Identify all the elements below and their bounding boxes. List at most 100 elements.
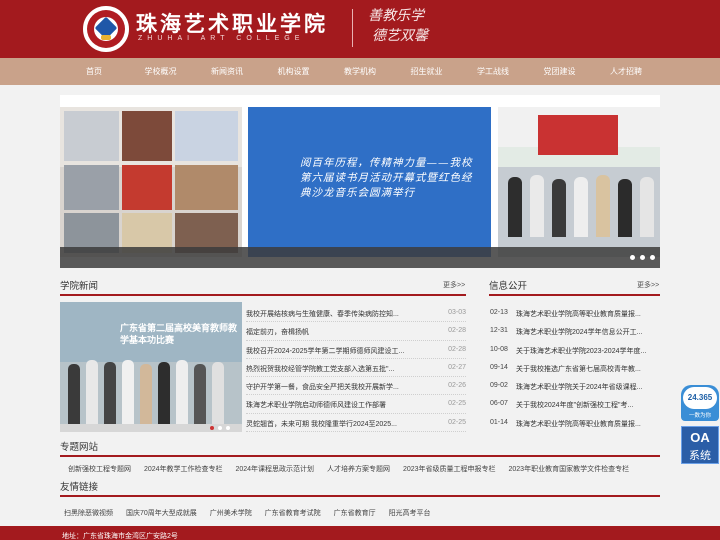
friend-link[interactable]: 阳光高考平台 xyxy=(389,510,431,517)
special-link[interactable]: 人才培养方案专题网 xyxy=(327,466,390,473)
school-logo[interactable] xyxy=(83,6,129,52)
news-item-date: 02-25 xyxy=(448,400,466,408)
news-item-date: 02-27 xyxy=(448,363,466,371)
news-item-title[interactable]: 守护开学第一餐，食品安全严把关我校开展新学... xyxy=(246,382,416,392)
news-item-title[interactable]: 我校开展结核病与生殖健康、春季传染病防控知... xyxy=(246,309,416,319)
info-section-title: 信息公开 xyxy=(489,281,528,292)
info-item-title[interactable]: 珠海艺术职业学院高等职业教育质量报... xyxy=(516,309,657,319)
friend-link[interactable]: 广东省教育考试院 xyxy=(265,510,321,517)
banner-headline-panel: 阅百年历程，传精神力量——我校第六届读书月活动开幕式暨红色经典沙龙音乐会圆满举行 xyxy=(248,107,491,257)
news-item-date: 02-26 xyxy=(448,382,466,390)
info-item-date: 09-02 xyxy=(490,382,508,390)
header-divider xyxy=(352,9,353,47)
news-item-title[interactable]: 福定前刃，奋楫扬帆 xyxy=(246,327,416,337)
info-item-date: 02-13 xyxy=(490,309,508,316)
nav-item-recruitment[interactable]: 人才招聘 xyxy=(593,58,660,85)
news-feature-image[interactable]: 广东省第二届高校美育教师教学基本功比赛 xyxy=(60,302,242,432)
motto-line-2: 德艺双馨 xyxy=(372,28,428,44)
news-item-title[interactable]: 灵蛇翘首，未来可期 我校隆重举行2024至2025... xyxy=(246,419,416,429)
news-item-date: 02-28 xyxy=(448,327,466,335)
school-name-en: ZHUHAI ART COLLEGE xyxy=(138,35,305,42)
news-item-title[interactable]: 珠海艺术职业学院启动师德师风建设工作部署 xyxy=(246,400,416,410)
news-item[interactable]: 我校召开2024-2025学年第二学期师德师风建设工... 02-28 xyxy=(246,341,466,359)
news-item[interactable]: 我校开展结核病与生殖健康、春季传染病防控知... 03-03 xyxy=(246,304,466,323)
news-item-title[interactable]: 我校召开2024-2025学年第二学期师德师风建设工... xyxy=(246,346,416,356)
school-motto: 善教乐学 德艺双馨 xyxy=(368,6,428,46)
news-item[interactable]: 热烈祝贺我校经管学院教工党支部入选第五批"... 02-27 xyxy=(246,359,466,378)
news-image-caption: 广东省第二届高校美育教师教学基本功比赛 xyxy=(120,323,238,345)
info-item[interactable]: 02-13 珠海艺术职业学院高等职业教育质量报... xyxy=(489,304,659,322)
info-item-title[interactable]: 珠海艺术职业学院高等职业教育质量报... xyxy=(516,419,657,429)
site-header: 珠海艺术职业学院 ZHUHAI ART COLLEGE 善教乐学 德艺双馨 xyxy=(0,0,720,58)
news-item-date: 03-03 xyxy=(448,309,466,316)
news-item-date: 02-25 xyxy=(448,418,466,426)
info-item-date: 01-14 xyxy=(490,418,508,426)
news-item[interactable]: 灵蛇翘首，未来可期 我校隆重举行2024至2025... 02-25 xyxy=(246,414,466,433)
friend-link[interactable]: 广州美术学院 xyxy=(210,510,252,517)
info-item[interactable]: 10-08 关于珠海艺术职业学院2023-2024学年度... xyxy=(489,341,659,359)
friends-section-title: 友情链接 xyxy=(60,482,99,493)
special-links: 创新强校工程专题网 2024年教学工作检查专栏 2024年课程思政示范计划 人才… xyxy=(68,464,640,474)
info-item-date: 06-07 xyxy=(490,400,508,408)
news-item-title[interactable]: 热烈祝贺我校经管学院教工党支部入选第五批"... xyxy=(246,364,416,374)
nav-item-teaching[interactable]: 教学机构 xyxy=(327,58,394,85)
school-name-cn[interactable]: 珠海艺术职业学院 xyxy=(136,8,328,38)
carousel-dot-3[interactable] xyxy=(650,255,655,260)
info-item[interactable]: 12-31 珠海艺术职业学院2024学年信息公开工... xyxy=(489,322,659,340)
nav-item-home[interactable]: 首页 xyxy=(61,58,128,85)
nav-item-overview[interactable]: 学校概况 xyxy=(127,58,194,85)
news-item[interactable]: 珠海艺术职业学院启动师德师风建设工作部署 02-25 xyxy=(246,395,466,414)
banner-carousel[interactable]: 阅百年历程，传精神力量——我校第六届读书月活动开幕式暨红色经典沙龙音乐会圆满举行 xyxy=(60,95,660,268)
info-item[interactable]: 09-14 关于我校推选广东省第七届高校青年教... xyxy=(489,359,659,377)
info-item-title[interactable]: 关于我校2024年度"创新强校工程"考... xyxy=(516,400,657,410)
info-item-date: 09-14 xyxy=(490,363,508,371)
news-item[interactable]: 守护开学第一餐，食品安全严把关我校开展新学... 02-26 xyxy=(246,377,466,396)
hotline-widget[interactable]: 24.365 一数为你 xyxy=(681,385,719,421)
friend-link[interactable]: 扫黑除恶微视频 xyxy=(64,510,113,517)
carousel-dot-1[interactable] xyxy=(630,255,635,260)
info-item[interactable]: 06-07 关于我校2024年度"创新强校工程"考... xyxy=(489,395,659,413)
info-item-date: 12-31 xyxy=(490,327,508,335)
oa-sub-label: 系统 xyxy=(689,450,711,462)
friend-link[interactable]: 国庆70周年大型成就展 xyxy=(126,510,197,517)
info-list: 02-13 珠海艺术职业学院高等职业教育质量报... 12-31 珠海艺术职业学院2… xyxy=(489,304,659,432)
main-nav: 首页 学校概况 新闻资讯 机构设置 教学机构 招生就业 学工战线 党团建设 人才… xyxy=(0,58,720,85)
news-section-title: 学院新闻 xyxy=(60,281,99,292)
motto-line-1: 善教乐学 xyxy=(368,8,424,24)
special-link[interactable]: 2024年教学工作检查专栏 xyxy=(144,466,223,473)
special-link[interactable]: 2023年省级质量工程申报专栏 xyxy=(403,466,496,473)
carousel-dot-2[interactable] xyxy=(640,255,645,260)
info-item-title[interactable]: 珠海艺术职业学院2024学年信息公开工... xyxy=(516,327,657,337)
news-item-date: 02-28 xyxy=(448,345,466,353)
special-link[interactable]: 2023年职业教育国家教学文件检查专栏 xyxy=(509,466,630,473)
info-section-rule xyxy=(489,294,660,296)
special-section-rule xyxy=(60,455,660,457)
info-item-title[interactable]: 珠海艺术职业学院关于2024年省级课程... xyxy=(516,382,657,392)
info-item-title[interactable]: 关于珠海艺术职业学院2023-2024学年度... xyxy=(516,346,657,356)
friend-links: 扫黑除恶微视频 国庆70周年大型成就展 广州美术学院 广东省教育考试院 广东省教… xyxy=(64,508,442,518)
banner-headline[interactable]: 阅百年历程，传精神力量——我校第六届读书月活动开幕式暨红色经典沙龙音乐会圆满举行 xyxy=(300,156,480,201)
info-more-link[interactable]: 更多>> xyxy=(637,280,659,290)
oa-system-widget[interactable]: OA 系统 xyxy=(681,426,719,464)
news-more-link[interactable]: 更多>> xyxy=(443,280,465,290)
nav-item-news[interactable]: 新闻资讯 xyxy=(194,58,261,85)
special-link[interactable]: 2024年课程思政示范计划 xyxy=(235,466,314,473)
info-item[interactable]: 09-02 珠海艺术职业学院关于2024年省级课程... xyxy=(489,377,659,395)
site-footer: 地址：广东省珠海市金湾区广安路2号 xyxy=(0,526,720,540)
news-item[interactable]: 福定前刃，奋楫扬帆 02-28 xyxy=(246,322,466,341)
nav-item-party[interactable]: 党团建设 xyxy=(526,58,593,85)
nav-item-admissions[interactable]: 招生就业 xyxy=(393,58,460,85)
hotline-sub: 一数为你 xyxy=(688,413,711,419)
special-link[interactable]: 创新强校工程专题网 xyxy=(68,466,131,473)
banner-photo-group xyxy=(498,107,660,257)
nav-item-student-affairs[interactable]: 学工战线 xyxy=(460,58,527,85)
oa-label: OA xyxy=(690,430,710,445)
info-item-title[interactable]: 关于我校推选广东省第七届高校青年教... xyxy=(516,364,657,374)
nav-item-departments[interactable]: 机构设置 xyxy=(260,58,327,85)
footer-address: 地址：广东省珠海市金湾区广安路2号 xyxy=(62,533,178,540)
news-list: 我校开展结核病与生殖健康、春季传染病防控知... 03-03 福定前刃，奋楫扬帆 0… xyxy=(246,304,466,433)
info-item-date: 10-08 xyxy=(490,345,508,353)
info-item[interactable]: 01-14 珠海艺术职业学院高等职业教育质量报... xyxy=(489,414,659,432)
hotline-number: 24.365 xyxy=(687,393,713,402)
friend-link[interactable]: 广东省教育厅 xyxy=(334,510,376,517)
